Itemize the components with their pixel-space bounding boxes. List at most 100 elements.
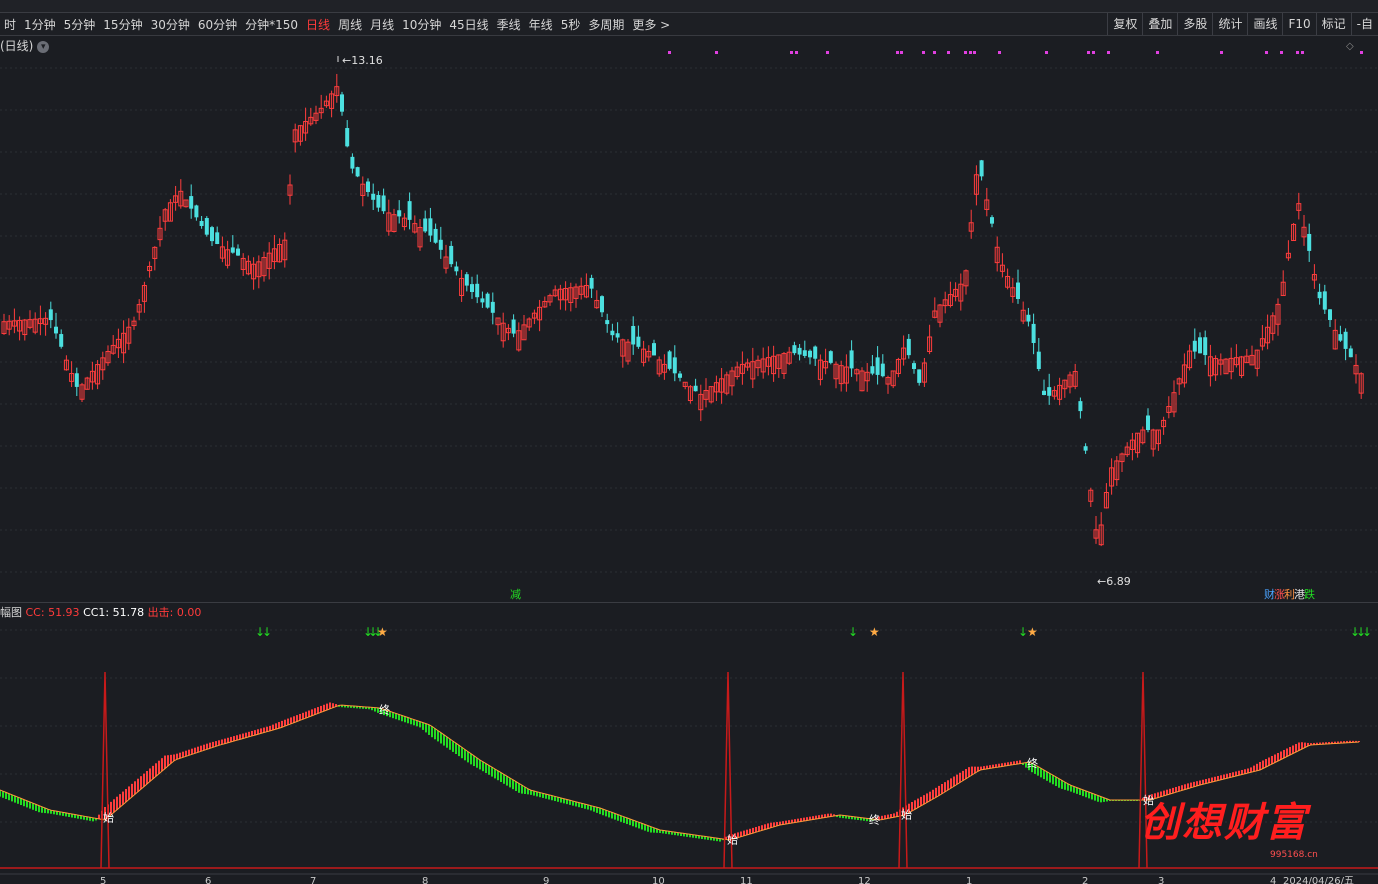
candle-body: [345, 128, 350, 147]
signal-dot: [947, 51, 950, 54]
down-arrow-icon: ↓: [262, 625, 272, 639]
signal-spike: [898, 671, 908, 869]
candle-body: [990, 217, 994, 224]
x-axis-label: 4: [1270, 876, 1276, 884]
candle-body: [366, 181, 370, 192]
candle-body: [407, 201, 412, 220]
diamond-icon: ◇: [1346, 41, 1354, 52]
candle-body: [667, 351, 672, 369]
candle-body: [236, 248, 240, 256]
signal-dot: [900, 51, 903, 54]
candle-body: [454, 266, 459, 272]
signal-dot: [1092, 51, 1095, 54]
out-value: 出击: 0.00: [147, 606, 202, 619]
candle-body: [1031, 323, 1036, 343]
signal-dot: [1360, 51, 1363, 54]
x-axis-label: 11: [740, 876, 753, 884]
low-price-label: ←6.89: [1097, 575, 1131, 588]
signal-dot: [964, 51, 967, 54]
candle-body: [1192, 340, 1197, 352]
signal-dot: [1265, 51, 1268, 54]
candle-body: [428, 218, 433, 236]
candle-body: [230, 247, 235, 253]
candle-body: [631, 325, 636, 345]
candle-body: [371, 193, 376, 200]
signal-spike: [100, 671, 110, 869]
candle-body: [828, 351, 833, 363]
candle-body: [636, 336, 641, 347]
candle-body: [1328, 309, 1332, 320]
candle-body: [438, 239, 443, 250]
candle-body: [189, 196, 194, 209]
candle-body: [870, 366, 875, 374]
candle-body: [1042, 390, 1046, 395]
candle-body: [615, 333, 620, 338]
candle-body: [1348, 348, 1353, 358]
signal-dot: [1280, 51, 1283, 54]
kline-chart[interactable]: ←13.16←6.89◇减财涨利港跌↓↓ ↓↓↓ ↓ ↓ ↓↓↓★ ★ ★始始始始终终终5 6…: [0, 0, 1378, 884]
signal-dot: [998, 51, 1001, 54]
candle-body: [340, 94, 344, 112]
runner-icon: ★: [869, 625, 880, 639]
high-price-label: ←13.16: [342, 54, 383, 67]
cc-value: CC: 51.93: [25, 606, 80, 619]
candle-body: [600, 296, 604, 313]
candle-body: [470, 284, 474, 292]
candle-body: [979, 160, 984, 177]
signal-dot: [896, 51, 899, 54]
x-axis-label: 2024/04/26/五: [1283, 876, 1354, 884]
candle-body: [355, 167, 360, 177]
signal-dot: [715, 51, 718, 54]
watermark-text: 创想财富: [1140, 799, 1308, 846]
indicator-title: 幅图 CC: 51.93 CC1: 51.78 出击: 0.00: [0, 604, 201, 620]
candle-body: [381, 195, 386, 212]
candle-body: [215, 232, 220, 244]
candle-body: [449, 245, 454, 265]
candle-body: [74, 373, 79, 387]
candle-body: [1047, 387, 1052, 396]
x-axis-label: 6: [205, 876, 211, 884]
signal-marker: 始: [103, 810, 114, 824]
candle-body: [397, 210, 402, 217]
candle-body: [880, 363, 885, 377]
candle-body: [1338, 334, 1343, 341]
x-axis-label: 12: [858, 876, 871, 884]
candle-body: [917, 369, 922, 383]
candle-body: [54, 326, 58, 334]
candle-body: [1198, 337, 1202, 354]
signal-marker: 始: [901, 807, 912, 821]
candle-body: [1317, 291, 1322, 299]
candle-body: [1078, 401, 1083, 412]
candle-body: [906, 338, 911, 356]
candle-body: [475, 283, 480, 298]
watermark-url: 995168.cn: [1270, 850, 1318, 860]
x-axis-label: 2: [1082, 876, 1088, 884]
candle-body: [376, 195, 381, 208]
candle-body: [652, 343, 656, 356]
x-axis-label: 8: [422, 876, 428, 884]
candle-body: [480, 298, 485, 303]
x-axis-label: 10: [652, 876, 665, 884]
candle-body: [802, 350, 807, 356]
signal-marker: 终: [1027, 756, 1038, 770]
signal-marker: 终: [379, 702, 390, 716]
signal-dot: [1107, 51, 1110, 54]
signal-dot: [826, 51, 829, 54]
down-arrow-icon: ↓: [1362, 625, 1372, 639]
signal-dot: [969, 51, 972, 54]
candle-body: [1343, 331, 1348, 349]
signal-dot: [1156, 51, 1159, 54]
x-axis-label: 7: [310, 876, 316, 884]
runner-icon: ★: [377, 625, 388, 639]
candle-body: [511, 319, 516, 334]
candle-body: [433, 228, 438, 243]
candle-body: [194, 205, 199, 218]
candle-body: [59, 334, 64, 347]
signal-dot: [1220, 51, 1223, 54]
signal-dot: [922, 51, 925, 54]
candle-body: [672, 357, 677, 374]
candle-body: [875, 357, 880, 375]
runner-icon: ★: [1027, 625, 1038, 639]
x-axis-label: 3: [1158, 876, 1164, 884]
signal-marker: 始: [727, 832, 738, 846]
